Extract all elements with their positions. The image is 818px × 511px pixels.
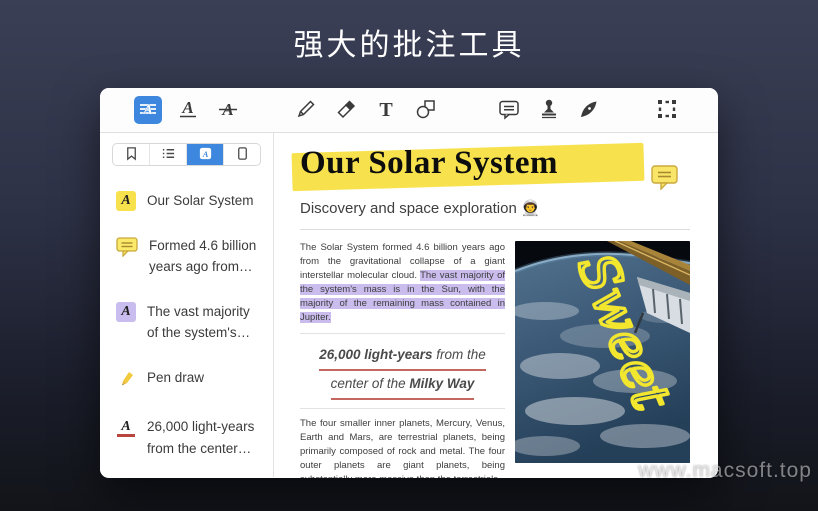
select-marquee-icon [655, 97, 679, 124]
highlight-text-icon: A [136, 97, 160, 124]
annotation-list-item[interactable]: A Our Solar System [116, 190, 259, 212]
annotation-item-label: The vast majority of the system's… [147, 301, 259, 344]
document-title-block: Our Solar System [300, 145, 690, 197]
sidebar-tabs: A [112, 143, 261, 166]
strikethrough-tool-button[interactable]: A [214, 96, 242, 124]
document-divider [300, 408, 505, 409]
pencil-tool-button[interactable] [292, 96, 320, 124]
annotation-list-item[interactable]: A 26,000 light-years from the center… [116, 416, 259, 459]
page-title: 强大的批注工具 [0, 0, 818, 64]
annotation-item-label: Formed 4.6 billion years ago from… [149, 235, 259, 278]
document-body: The Solar System formed 4.6 billion year… [300, 241, 690, 478]
note-icon [116, 237, 138, 278]
window-content: A A Our Solar System [100, 133, 718, 477]
text-tool-button[interactable]: T [372, 96, 400, 124]
document-image: Sweet [515, 241, 690, 463]
annotation-toolbar: A A A [100, 88, 718, 133]
tab-thumbnails[interactable] [224, 144, 260, 165]
shapes-icon [414, 97, 438, 124]
watermark: www.macsoft.top [638, 459, 812, 483]
underline-tool-button[interactable]: A [174, 96, 202, 124]
document-title: Our Solar System [300, 145, 690, 182]
document-divider [300, 333, 505, 334]
svg-text:A: A [201, 148, 208, 158]
outline-list-icon [161, 146, 176, 164]
annotation-item-label: 26,000 light-years from the center… [147, 416, 259, 459]
signature-pen-icon [577, 97, 601, 124]
eraser-tool-button[interactable] [332, 96, 360, 124]
paragraph-1: The Solar System formed 4.6 billion year… [300, 241, 505, 325]
pencil-icon [294, 97, 318, 124]
quote-bold-text: Milky Way [409, 376, 474, 391]
note-tool-button[interactable] [495, 96, 523, 124]
sidebar: A A Our Solar System [100, 133, 274, 477]
eraser-icon [334, 97, 358, 124]
app-window: A A A [100, 88, 718, 478]
quote-bold-text: 26,000 light-years [319, 347, 432, 362]
tab-outline[interactable] [150, 144, 187, 165]
pull-quote: 26,000 light-years from the center of th… [300, 342, 505, 400]
note-icon [651, 178, 678, 193]
note-icon [497, 97, 521, 124]
pen-icon [116, 368, 136, 393]
yellow-highlight-badge-icon: A [116, 191, 136, 211]
quote-text: center of the [331, 376, 410, 391]
annotation-badge-icon: A [198, 146, 213, 164]
quote-text: from the [433, 347, 486, 362]
red-underline-annotation[interactable]: center of the Milky Way [331, 371, 475, 400]
select-tool-button[interactable] [653, 96, 681, 124]
shapes-tool-button[interactable] [412, 96, 440, 124]
stamp-tool-button[interactable] [535, 96, 563, 124]
bookmark-icon [124, 146, 139, 164]
annotation-list: A Our Solar System Formed 4.6 billion ye… [112, 166, 261, 459]
annotation-item-label: Pen draw [147, 367, 259, 393]
red-underline-annotation[interactable]: 26,000 light-years from the [319, 342, 486, 371]
paragraph-2: The four smaller inner planets, Mercury,… [300, 417, 505, 478]
note-annotation[interactable] [651, 165, 678, 193]
svg-text:A: A [142, 103, 152, 118]
annotation-list-item[interactable]: A The vast majority of the system's… [116, 301, 259, 344]
tab-bookmarks[interactable] [113, 144, 150, 165]
purple-highlight-badge-icon: A [116, 302, 136, 322]
highlight-tool-button[interactable]: A [134, 96, 162, 124]
annotation-list-item[interactable]: Formed 4.6 billion years ago from… [116, 235, 259, 278]
annotation-item-label: Our Solar System [147, 190, 259, 212]
document-text-column: The Solar System formed 4.6 billion year… [300, 241, 505, 478]
text-tool-icon: T [374, 97, 398, 124]
svg-text:A: A [181, 98, 193, 117]
page-icon [235, 146, 250, 164]
tab-annotations[interactable]: A [187, 144, 224, 165]
document-divider [300, 229, 690, 230]
annotation-list-item[interactable]: Pen draw [116, 367, 259, 393]
underline-text-icon: A [176, 97, 200, 124]
signature-tool-button[interactable] [575, 96, 603, 124]
red-underline-badge-icon: A [116, 417, 136, 437]
document-page: Our Solar System Discovery and space exp… [274, 133, 718, 477]
stamp-icon [537, 97, 561, 124]
svg-text:T: T [379, 99, 393, 121]
document-subtitle: Discovery and space exploration 👨‍🚀 [300, 199, 690, 217]
strikethrough-text-icon: A [216, 97, 240, 124]
